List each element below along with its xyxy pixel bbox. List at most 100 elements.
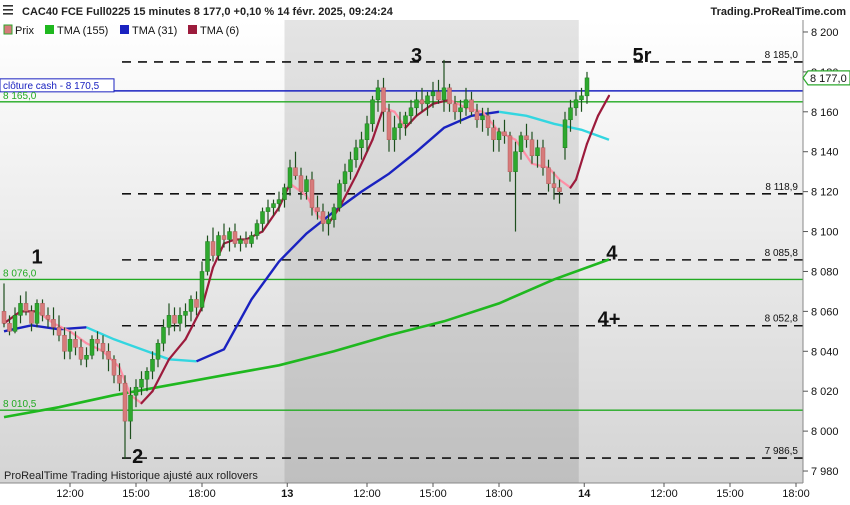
candle-body bbox=[529, 139, 535, 156]
candle-body bbox=[139, 378, 144, 388]
candle-body bbox=[353, 147, 359, 160]
y-tick-label: 8 100 bbox=[811, 227, 839, 239]
candle-body bbox=[166, 315, 172, 328]
candle-body bbox=[403, 115, 408, 125]
candle-body bbox=[474, 111, 480, 121]
candle-body bbox=[579, 95, 584, 101]
candle-body bbox=[265, 207, 271, 212]
candle bbox=[337, 179, 342, 212]
candle-body bbox=[51, 319, 56, 328]
legend-swatch-tma6 bbox=[188, 25, 197, 34]
x-tick-label: 12:00 bbox=[650, 488, 678, 500]
candle-body bbox=[309, 179, 315, 208]
candle-body bbox=[414, 99, 419, 109]
candle-body bbox=[447, 87, 452, 105]
candle-body bbox=[161, 327, 166, 344]
candle-body bbox=[502, 131, 507, 137]
chart-title: CAC40 FCE Full0225 15 minutes 8 177,0 +0… bbox=[22, 6, 394, 18]
candle-body bbox=[238, 239, 243, 244]
candle-body bbox=[106, 351, 111, 360]
level-label: 8 085,8 bbox=[765, 248, 799, 259]
y-axis-panel bbox=[803, 20, 850, 483]
footer-note: ProRealTime Trading Historique ajusté au… bbox=[4, 470, 258, 482]
candle-body bbox=[227, 231, 232, 240]
candle-body bbox=[40, 303, 45, 316]
y-tick-label: 8 020 bbox=[811, 386, 839, 398]
candle-body bbox=[243, 239, 249, 244]
level-label: 8 052,8 bbox=[765, 314, 799, 325]
candle-body bbox=[397, 123, 403, 129]
x-tick-label: 12:00 bbox=[353, 488, 381, 500]
candle-body bbox=[375, 87, 381, 101]
legend-label-tma6[interactable]: TMA (6) bbox=[200, 25, 239, 37]
candle-body bbox=[249, 235, 254, 244]
legend-label-tma155[interactable]: TMA (155) bbox=[57, 25, 108, 37]
x-tick-label: 15:00 bbox=[716, 488, 744, 500]
candle-body bbox=[18, 303, 23, 316]
candle-body bbox=[320, 211, 326, 224]
x-tick-label: 15:00 bbox=[419, 488, 447, 500]
price-chart: 8 185,08 118,98 085,88 052,87 986,5clôtu… bbox=[0, 0, 850, 500]
wave-label: 2 bbox=[132, 446, 143, 468]
candle-body bbox=[205, 241, 210, 272]
x-tick-label: 15:00 bbox=[122, 488, 150, 500]
wave-label: 4+ bbox=[598, 308, 621, 330]
y-tick-label: 8 200 bbox=[811, 27, 839, 39]
y-tick-label: 8 120 bbox=[811, 187, 839, 199]
candle-body bbox=[304, 179, 309, 192]
candle-body bbox=[315, 207, 320, 212]
y-tick-label: 8 140 bbox=[811, 147, 839, 159]
candle-body bbox=[232, 231, 238, 244]
chart-root: 8 185,0 8 118,9 8 085,8 8 052,8 7 986,5 clôtu… bbox=[0, 0, 850, 500]
candle-body bbox=[584, 77, 590, 97]
candle-body bbox=[293, 167, 298, 176]
x-tick-label: 18:00 bbox=[188, 488, 216, 500]
candle-body bbox=[452, 103, 458, 113]
candle-body bbox=[337, 183, 342, 208]
candle-body bbox=[172, 315, 177, 324]
menu-icon[interactable] bbox=[3, 5, 13, 15]
candle-body bbox=[78, 347, 84, 360]
support-label: 8 076,0 bbox=[3, 268, 37, 279]
candle-body bbox=[342, 171, 348, 184]
legend-label-prix[interactable]: Prix bbox=[15, 25, 34, 37]
candle-body bbox=[298, 175, 304, 192]
candle-body bbox=[496, 131, 502, 140]
candle-body bbox=[430, 91, 436, 97]
candle-body bbox=[1, 311, 7, 324]
candle-body bbox=[540, 147, 546, 168]
candle-body bbox=[56, 327, 62, 336]
candle-body bbox=[287, 167, 293, 188]
legend-label-tma31[interactable]: TMA (31) bbox=[132, 25, 177, 37]
candle-body bbox=[62, 335, 67, 352]
candle-body bbox=[535, 147, 540, 156]
candle-body bbox=[177, 315, 183, 324]
candle bbox=[205, 235, 210, 276]
candle-body bbox=[381, 87, 386, 113]
level-label: 7 986,5 bbox=[765, 446, 799, 457]
candle-body bbox=[370, 99, 375, 125]
candle-body bbox=[34, 303, 40, 324]
candle-body bbox=[117, 374, 122, 384]
level-label: 8 118,9 bbox=[765, 182, 798, 193]
candle-body bbox=[359, 139, 364, 148]
candle-body bbox=[419, 99, 425, 105]
candle-body bbox=[491, 127, 496, 140]
support-label: 8 010,5 bbox=[3, 399, 37, 410]
candle-body bbox=[469, 99, 474, 113]
y-tick-label: 8 080 bbox=[811, 266, 839, 278]
candle-body bbox=[128, 394, 133, 422]
candle-body bbox=[67, 339, 73, 352]
candle-body bbox=[12, 315, 18, 332]
candle-body bbox=[551, 183, 557, 188]
candle-body bbox=[276, 199, 282, 204]
candle-body bbox=[89, 339, 95, 356]
candle-body bbox=[133, 386, 139, 396]
candle-body bbox=[282, 187, 287, 200]
candle-body bbox=[562, 119, 568, 148]
candle-body bbox=[524, 135, 529, 140]
session-band bbox=[284, 20, 579, 483]
candle-body bbox=[100, 343, 106, 352]
candle-body bbox=[95, 339, 100, 344]
candle-body bbox=[485, 115, 491, 129]
